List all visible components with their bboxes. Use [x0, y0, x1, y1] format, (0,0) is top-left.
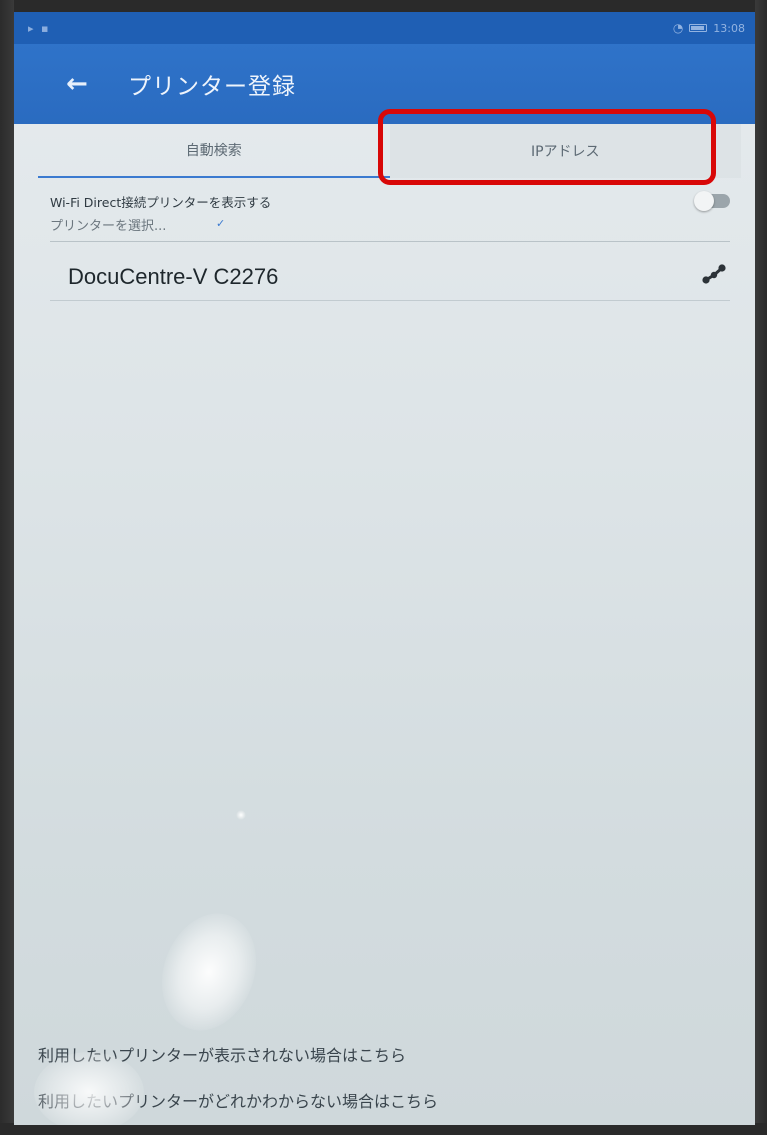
wifi-icon: ◔: [672, 21, 684, 35]
screen: ▸ ▪ ◔ 13:08 ← プリンター登録 自動検索 IPアドレス Wi-Fi …: [14, 12, 755, 1125]
printer-unknown-link[interactable]: 利用したいプリンターがどれかわからない場合はこちら: [38, 1088, 438, 1112]
share-icon[interactable]: [700, 260, 728, 288]
annotation-highlight-box: [378, 109, 716, 185]
tab-auto-search-label: 自動検索: [185, 143, 242, 159]
status-bar: ▸ ▪ ◔ 13:08: [14, 12, 755, 44]
wifi-direct-toggle[interactable]: [694, 191, 730, 211]
printer-name: DocuCentre-V C2276: [68, 264, 279, 289]
device-bezel-right: [755, 0, 767, 1135]
wifi-direct-row: Wi-Fi Direct接続プリンターを表示する プリンターを選択... ✓: [50, 191, 730, 238]
printer-list-item[interactable]: DocuCentre-V C2276: [50, 250, 730, 306]
page-title: プリンター登録: [128, 74, 296, 100]
device-bezel-left: [0, 0, 14, 1135]
status-indicators: ◔ 13:08: [673, 21, 745, 35]
device-bezel-top: [0, 0, 767, 12]
back-arrow-icon[interactable]: ←: [66, 69, 106, 99]
loading-indicator-icon: ✓: [216, 217, 226, 230]
status-time: 13:08: [713, 21, 745, 35]
printer-not-shown-link[interactable]: 利用したいプリンターが表示されない場合はこちら: [38, 1042, 406, 1066]
screen-glare: [236, 810, 246, 820]
battery-icon: [689, 24, 708, 32]
screen-glare: [146, 900, 272, 1044]
wifi-direct-label: Wi-Fi Direct接続プリンターを表示する: [50, 195, 272, 210]
notification-icons: ▸ ▪: [28, 21, 51, 35]
tab-auto-search[interactable]: 自動検索: [38, 124, 390, 178]
divider: [50, 241, 730, 242]
divider: [50, 300, 730, 301]
printer-select-label: プリンターを選択...: [50, 219, 167, 234]
